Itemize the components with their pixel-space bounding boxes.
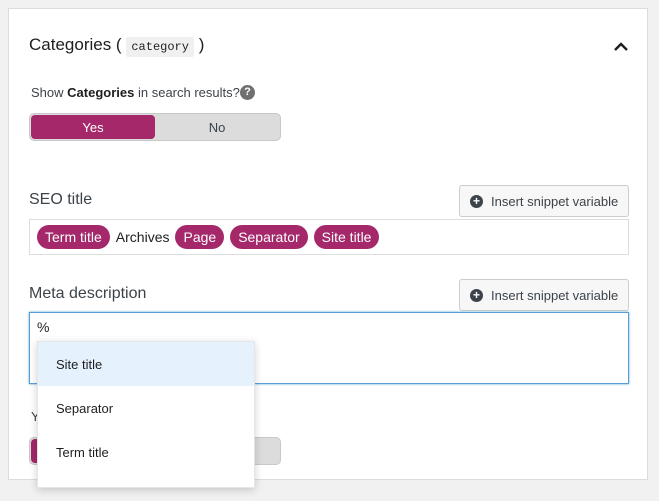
- meta-description-label: Meta description: [29, 285, 147, 302]
- toggle-no-option[interactable]: No: [155, 115, 279, 139]
- question-bold: Categories: [67, 85, 135, 100]
- insert-snippet-label: Insert snippet variable: [491, 287, 619, 303]
- insert-snippet-label: Insert snippet variable: [491, 193, 619, 209]
- variable-pill[interactable]: Site title: [313, 225, 380, 249]
- toggle-yes-option[interactable]: Yes: [31, 115, 155, 139]
- seo-title-label: SEO title: [29, 191, 93, 208]
- search-results-question: Show Categories in search results?: [31, 85, 240, 100]
- help-icon[interactable]: ?: [240, 85, 255, 100]
- autocomplete-item-term-title[interactable]: Term title: [38, 430, 254, 474]
- question-prefix: Show: [31, 85, 64, 100]
- snippet-autocomplete-dropdown: Site title Separator Term title: [37, 341, 255, 488]
- taxonomy-code: category: [126, 37, 194, 57]
- autocomplete-item-site-title[interactable]: Site title: [38, 342, 254, 386]
- seo-title-insert-snippet-button[interactable]: + Insert snippet variable: [459, 185, 629, 217]
- section-title-text: Categories (: [29, 35, 122, 54]
- autocomplete-item-separator[interactable]: Separator: [38, 386, 254, 430]
- search-visibility-toggle: Yes No: [29, 113, 281, 141]
- seo-title-editor[interactable]: Term title Archives Page Separator Site …: [29, 219, 629, 255]
- variable-pill[interactable]: Separator: [230, 225, 308, 249]
- meta-description-value: %: [37, 319, 50, 335]
- question-suffix: in search results?: [137, 85, 240, 100]
- section-title: Categories ( category ): [29, 35, 205, 57]
- plus-circle-icon: +: [470, 194, 483, 208]
- plus-circle-icon: +: [470, 288, 483, 302]
- section-title-close: ): [198, 35, 205, 54]
- variable-pill[interactable]: Page: [175, 225, 225, 249]
- plain-text: Archives: [115, 229, 170, 245]
- meta-description-insert-snippet-button[interactable]: + Insert snippet variable: [459, 279, 629, 311]
- variable-pill[interactable]: Term title: [37, 225, 110, 249]
- chevron-up-icon[interactable]: [611, 37, 631, 57]
